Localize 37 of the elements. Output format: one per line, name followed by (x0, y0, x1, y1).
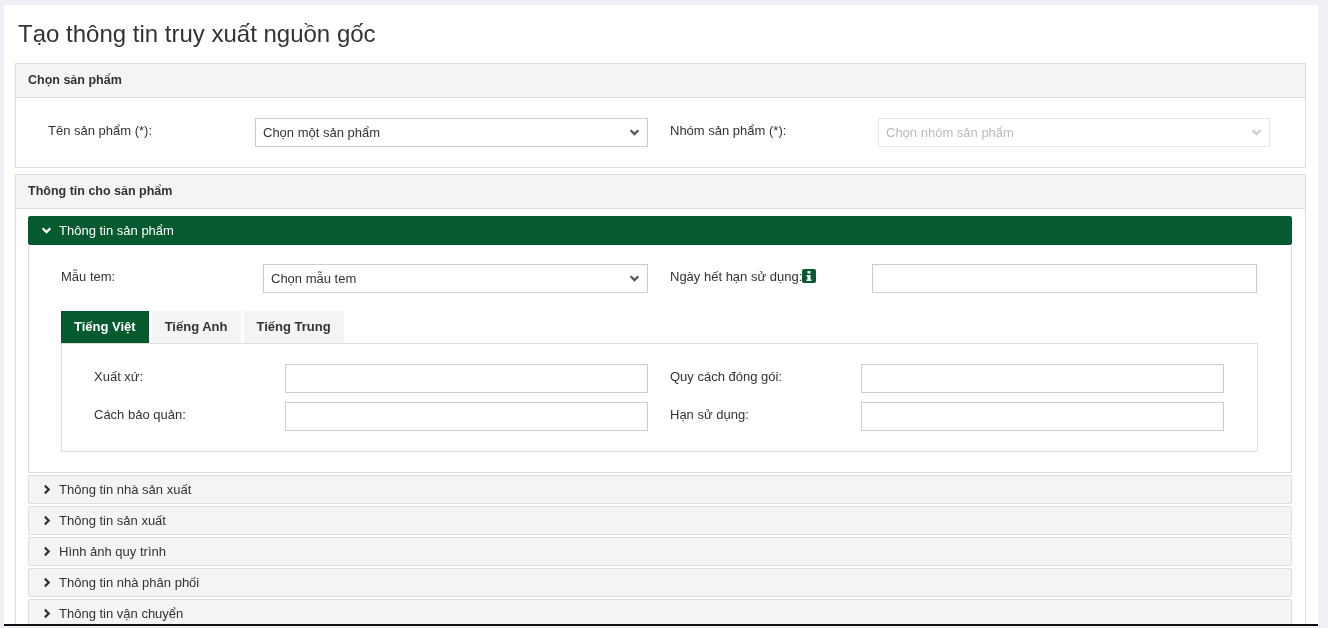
field-label: Cách bảo quản: (94, 406, 187, 424)
panel-header: Thông tin cho sản phẩm (16, 175, 1305, 209)
page-title: Tạo thông tin truy xuất nguồn gốc (17, 18, 377, 49)
text-field[interactable] (285, 402, 648, 431)
accordion-header[interactable]: Thông tin sản xuất (28, 506, 1292, 535)
accordion-header[interactable]: Thông tin nhà sản xuất (28, 475, 1292, 504)
chevron-icon (41, 577, 52, 588)
select-field[interactable]: Chọn một sản phẩm (255, 118, 648, 147)
chevron-icon (41, 608, 52, 619)
text-field[interactable] (285, 364, 648, 393)
field-label: Tên sản phẩm (*): (48, 122, 154, 140)
field-label: Quy cách đóng gói: (670, 368, 784, 386)
accordion-header[interactable]: Thông tin nhà phân phối (28, 568, 1292, 597)
language-tab[interactable]: Tiếng Việt (61, 311, 149, 343)
caret-icon (629, 273, 640, 284)
select-field[interactable]: Chọn mẫu tem (263, 264, 648, 293)
accordion-header[interactable]: Hình ảnh quy trình (28, 537, 1292, 566)
chevron-icon (41, 546, 52, 557)
caret-icon (629, 127, 640, 138)
field-label: Mẫu tem: (61, 268, 117, 286)
info-icon[interactable] (802, 269, 817, 283)
panel-header: Chọn sản phẩm (16, 64, 1305, 98)
field-label: Xuất xứ: (94, 368, 145, 386)
field-label: Ngày hết hạn sử dụng: (670, 269, 803, 284)
chevron-icon (41, 225, 52, 236)
accordion-header[interactable]: Thông tin sản phẩm (28, 216, 1292, 245)
chevron-icon (41, 484, 52, 495)
language-tab[interactable]: Tiếng Anh (151, 311, 241, 343)
text-field[interactable] (872, 264, 1257, 293)
text-field[interactable] (861, 364, 1224, 393)
text-field[interactable] (861, 402, 1224, 431)
field-label: Hạn sử dụng: (670, 406, 750, 424)
language-tab[interactable]: Tiếng Trung (243, 311, 344, 343)
field-label: Nhóm sản phẩm (*): (670, 122, 788, 140)
accordion-header[interactable]: Thông tin vận chuyển (28, 599, 1292, 624)
caret-icon (1251, 127, 1262, 138)
chevron-icon (41, 515, 52, 526)
